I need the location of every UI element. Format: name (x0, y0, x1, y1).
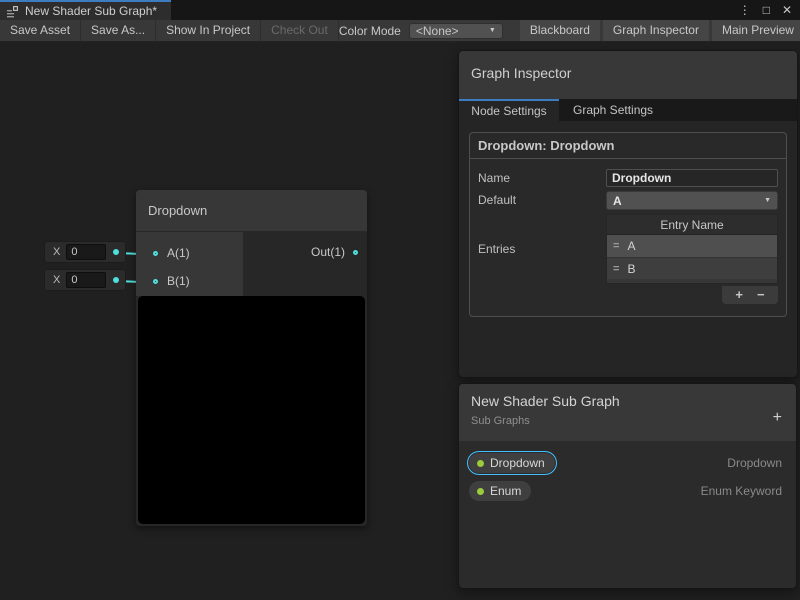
entries-field-row: Entries Entry Name = A = B (478, 214, 778, 284)
input-port-row-b: B(1) (136, 267, 243, 295)
input-port-a-label: A(1) (167, 246, 190, 260)
default-dropdown[interactable]: A ▼ (606, 191, 778, 210)
blackboard-item-enum: Enum Enum Keyword (459, 477, 796, 505)
tab-graph-settings[interactable]: Graph Settings (559, 99, 667, 121)
blackboard-header[interactable]: New Shader Sub Graph Sub Graphs + (459, 384, 796, 441)
save-as-button[interactable]: Save As... (81, 20, 156, 41)
save-asset-button[interactable]: Save Asset (0, 20, 81, 41)
chevron-down-icon: ▼ (489, 27, 496, 34)
toolbar-right-group: Color Mode <None> ▼ Blackboard Graph Ins… (339, 20, 800, 41)
entry-row-a[interactable]: = A (607, 235, 777, 257)
node-title[interactable]: Dropdown (136, 190, 367, 232)
dropdown-node[interactable]: Dropdown A(1) B(1) Out(1) (136, 190, 367, 526)
graph-canvas[interactable]: X X Dropdown A(1) B(1) Out(1) (0, 42, 800, 600)
inspector-tab-bar: Node Settings Graph Settings (459, 99, 797, 121)
check-out-button: Check Out (261, 20, 339, 41)
entries-list-header: Entry Name (607, 215, 777, 235)
node-output-container: Out(1) (244, 232, 367, 296)
node-body: A(1) B(1) Out(1) (136, 232, 367, 296)
entries-footer-row: + − (470, 286, 778, 304)
window-close-icon[interactable]: ✕ (782, 0, 792, 20)
window-tab-bar: New Shader Sub Graph* ⋮ □ ✕ (0, 0, 800, 20)
main-preview-toggle-button[interactable]: Main Preview (712, 20, 800, 41)
drag-handle-icon[interactable]: = (613, 263, 619, 275)
blackboard-body: Dropdown Dropdown Enum Enum Keyword (459, 441, 796, 505)
input-port-row-a: A(1) (136, 239, 243, 267)
default-label: Default (478, 191, 606, 210)
entries-footer: + − (722, 286, 778, 304)
subgraph-asset-icon (6, 5, 19, 18)
axis-x-label: X (53, 246, 60, 258)
window-menu-icon[interactable]: ⋮ (739, 0, 751, 20)
input-b-value-field[interactable] (66, 272, 106, 288)
widget-port-dot[interactable] (113, 277, 119, 283)
blackboard-subtitle: Sub Graphs (471, 415, 530, 427)
enum-keyword-pill[interactable]: Enum (469, 481, 531, 501)
node-preview-container (136, 296, 367, 526)
entries-list: Entry Name = A = B (606, 214, 778, 284)
output-port[interactable] (353, 250, 358, 255)
input-b-default-widget: X (44, 269, 126, 291)
node-settings-section: Dropdown: Dropdown Name Default A ▼ Entr… (469, 132, 787, 317)
output-port-label: Out(1) (311, 245, 345, 259)
add-property-button[interactable]: + (773, 410, 782, 426)
add-entry-button[interactable]: + (735, 286, 743, 304)
remove-entry-button[interactable]: − (757, 286, 765, 304)
input-a-value-field[interactable] (66, 244, 106, 260)
name-label: Name (478, 169, 606, 187)
tab-node-settings[interactable]: Node Settings (459, 99, 559, 121)
document-tab[interactable]: New Shader Sub Graph* (0, 0, 171, 20)
blackboard-title: New Shader Sub Graph (471, 393, 620, 409)
default-dropdown-value: A (613, 194, 622, 208)
axis-x-label: X (53, 274, 60, 286)
blackboard-panel: New Shader Sub Graph Sub Graphs + Dropdo… (458, 383, 797, 589)
input-port-a[interactable] (153, 251, 158, 256)
entry-name: B (627, 262, 635, 276)
color-mode-value: <None> (416, 24, 459, 38)
blackboard-toggle-button[interactable]: Blackboard (520, 20, 600, 41)
graph-inspector-toggle-button[interactable]: Graph Inspector (603, 20, 709, 41)
input-port-b-label: B(1) (167, 274, 190, 288)
widget-port-dot[interactable] (113, 249, 119, 255)
item-type-label: Dropdown (727, 456, 782, 470)
output-port-row: Out(1) (244, 238, 367, 266)
window-maximize-icon[interactable]: □ (763, 0, 770, 20)
pill-label: Enum (490, 484, 521, 498)
show-in-project-button[interactable]: Show In Project (156, 20, 261, 41)
drag-handle-icon[interactable]: = (613, 240, 619, 252)
chevron-down-icon: ▼ (764, 197, 771, 204)
item-type-label: Enum Keyword (701, 484, 782, 498)
keyword-dot-icon (477, 488, 484, 495)
name-input[interactable] (606, 169, 778, 187)
document-tab-title: New Shader Sub Graph* (25, 4, 157, 18)
shader-graph-toolbar: Save Asset Save As... Show In Project Ch… (0, 20, 800, 42)
input-a-default-widget: X (44, 241, 126, 263)
dropdown-keyword-pill[interactable]: Dropdown (469, 453, 555, 473)
node-input-container: A(1) B(1) (136, 232, 244, 296)
entries-list-padding (607, 279, 777, 283)
entries-label: Entries (478, 242, 606, 256)
entry-row-b[interactable]: = B (607, 257, 777, 279)
window-controls: ⋮ □ ✕ (739, 0, 800, 20)
graph-inspector-panel: Graph Inspector Node Settings Graph Sett… (458, 50, 798, 378)
node-settings-section-title: Dropdown: Dropdown (470, 133, 786, 159)
name-field-row: Name (478, 169, 778, 187)
input-port-b[interactable] (153, 279, 158, 284)
default-field-row: Default A ▼ (478, 191, 778, 210)
color-mode-label: Color Mode (339, 24, 401, 38)
node-preview-surface (138, 296, 365, 524)
graph-inspector-title[interactable]: Graph Inspector (459, 51, 797, 99)
blackboard-item-dropdown: Dropdown Dropdown (459, 449, 796, 477)
keyword-dot-icon (477, 460, 484, 467)
pill-label: Dropdown (490, 456, 545, 470)
entry-name: A (627, 239, 635, 253)
color-mode-dropdown[interactable]: <None> ▼ (409, 23, 503, 39)
